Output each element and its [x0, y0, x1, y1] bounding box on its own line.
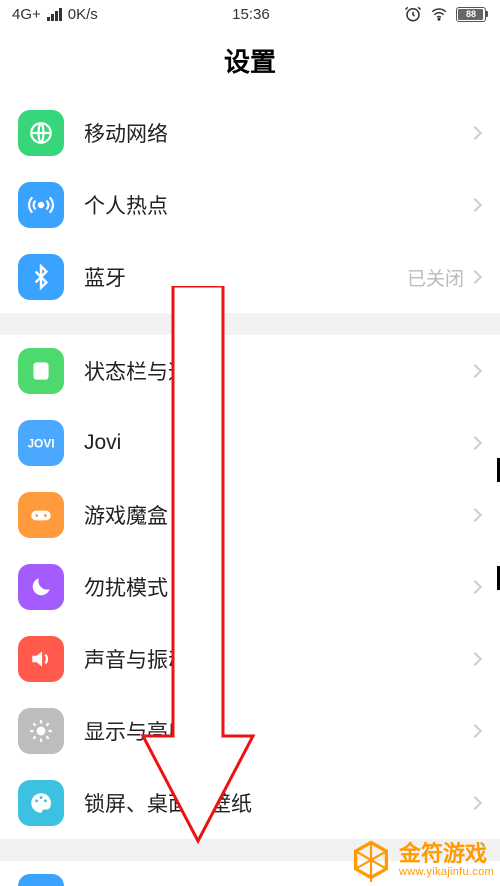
chevron-right-icon — [468, 436, 482, 450]
row-lockscreen-wallpaper[interactable]: 锁屏、桌面与壁纸 — [0, 767, 500, 839]
chevron-right-icon — [468, 796, 482, 810]
row-do-not-disturb[interactable]: 勿扰模式 — [0, 551, 500, 623]
row-statusbar-notifications[interactable]: 状态栏与通知 — [0, 335, 500, 407]
battery-icon: 88 — [456, 7, 488, 22]
network-type: 4G+ — [12, 6, 41, 23]
row-label: 锁屏、桌面与壁纸 — [84, 788, 470, 818]
status-bar: 4G+ 0K/s 15:36 88 — [0, 0, 500, 28]
row-label: 勿扰模式 — [84, 572, 470, 602]
page-title: 设置 — [0, 28, 500, 97]
row-display[interactable]: 显示与亮度 — [0, 695, 500, 767]
row-label: 个人热点 — [84, 190, 470, 220]
row-jovi[interactable]: JOVI Jovi — [0, 407, 500, 479]
row-value: 已关闭 — [407, 264, 464, 291]
watermark-title: 金符游戏 — [399, 842, 494, 866]
palette-icon — [18, 780, 64, 826]
chevron-right-icon — [468, 198, 482, 212]
moon-icon — [18, 564, 64, 610]
upgrade-icon — [18, 874, 64, 886]
chevron-right-icon — [468, 126, 482, 140]
watermark-url: www.yikajinfu.com — [399, 866, 494, 878]
brightness-icon — [18, 708, 64, 754]
chevron-right-icon — [468, 508, 482, 522]
notification-icon — [18, 348, 64, 394]
alarm-icon — [404, 5, 422, 23]
chevron-right-icon — [468, 270, 482, 284]
bluetooth-icon — [18, 254, 64, 300]
chevron-right-icon — [468, 652, 482, 666]
row-label: 状态栏与通知 — [84, 356, 470, 386]
row-label: 游戏魔盒 — [84, 500, 470, 530]
status-right: 88 — [404, 5, 488, 23]
watermark: 金符游戏 www.yikajinfu.com — [349, 838, 494, 882]
chevron-right-icon — [468, 580, 482, 594]
chevron-right-icon — [468, 724, 482, 738]
row-game-box[interactable]: 游戏魔盒 — [0, 479, 500, 551]
row-hotspot[interactable]: 个人热点 — [0, 169, 500, 241]
hotspot-icon — [18, 182, 64, 228]
data-speed: 0K/s — [68, 6, 98, 23]
globe-icon — [18, 110, 64, 156]
speaker-icon — [18, 636, 64, 682]
row-sound[interactable]: 声音与振动 — [0, 623, 500, 695]
svg-text:JOVI: JOVI — [28, 436, 54, 450]
row-mobile-network[interactable]: 移动网络 — [0, 97, 500, 169]
row-bluetooth[interactable]: 蓝牙 已关闭 — [0, 241, 500, 313]
row-label: 系统升级 — [84, 882, 470, 886]
row-label: 声音与振动 — [84, 644, 470, 674]
jovi-icon: JOVI — [18, 420, 64, 466]
gamepad-icon — [18, 492, 64, 538]
wifi-icon — [430, 5, 448, 23]
signal-bars-icon — [47, 8, 62, 21]
row-label: 蓝牙 — [84, 262, 407, 292]
status-time: 15:36 — [232, 6, 270, 23]
watermark-logo-icon — [349, 838, 393, 882]
chevron-right-icon — [468, 364, 482, 378]
status-left: 4G+ 0K/s — [12, 6, 98, 23]
row-label: 移动网络 — [84, 118, 470, 148]
row-label: Jovi — [84, 431, 470, 455]
row-label: 显示与亮度 — [84, 716, 470, 746]
